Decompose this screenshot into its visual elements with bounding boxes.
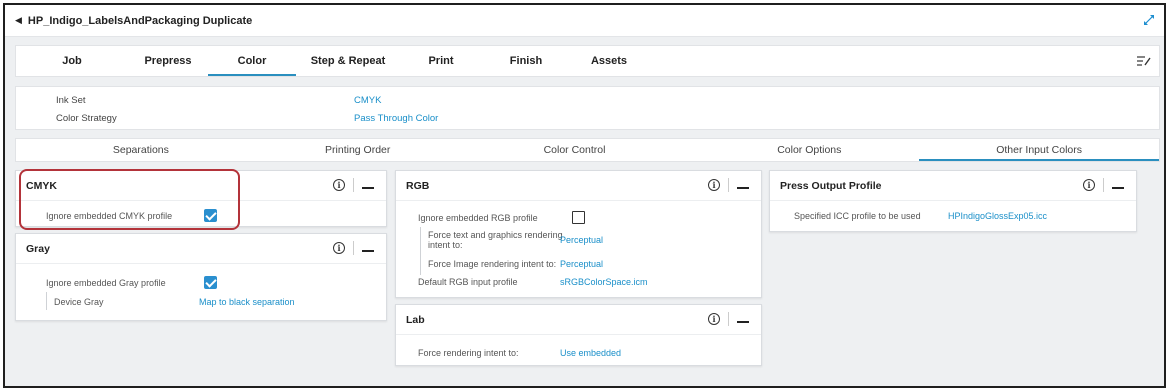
edit-list-icon[interactable]	[1137, 55, 1151, 67]
force-image-label: Force Image rendering intent to:	[428, 259, 557, 269]
divider	[1103, 178, 1104, 192]
tab-print[interactable]: Print	[400, 46, 482, 76]
force-text-label-line1: Force text and graphics rendering	[428, 230, 563, 240]
subtab-printing-order[interactable]: Printing Order	[266, 139, 450, 161]
divider	[728, 312, 729, 326]
app-window: ◀ HP_Indigo_LabelsAndPackaging Duplicate…	[3, 3, 1166, 388]
tab-job[interactable]: Job	[16, 46, 128, 76]
tab-step-repeat[interactable]: Step & Repeat	[296, 46, 400, 76]
tab-color[interactable]: Color	[208, 46, 296, 76]
device-gray-label: Device Gray	[54, 297, 104, 307]
lab-panel: Lab i Force rendering intent to: Use emb…	[395, 304, 762, 366]
gray-panel: Gray i Ignore embedded Gray profile Devi…	[15, 233, 387, 321]
back-arrow-icon[interactable]: ◀	[15, 15, 22, 26]
divider	[728, 178, 729, 192]
ignore-gray-label: Ignore embedded Gray profile	[46, 278, 166, 288]
color-strategy-value[interactable]: Pass Through Color	[354, 113, 438, 124]
collapse-icon[interactable]	[737, 187, 749, 189]
highlight-annotation	[19, 169, 240, 230]
force-image-value[interactable]: Perceptual	[560, 259, 603, 269]
window-title: HP_Indigo_LabelsAndPackaging Duplicate	[27, 14, 253, 27]
collapse-icon[interactable]	[362, 250, 374, 252]
default-rgb-label: Default RGB input profile	[418, 277, 518, 287]
rgb-panel: RGB i Ignore embedded RGB profile Force …	[395, 170, 762, 298]
rgb-panel-header: RGB i	[396, 171, 761, 201]
subtab-separations[interactable]: Separations	[16, 139, 266, 161]
tab-assets[interactable]: Assets	[570, 46, 648, 76]
press-output-panel-title: Press Output Profile	[780, 179, 882, 192]
ignore-rgb-label: Ignore embedded RGB profile	[418, 213, 538, 223]
lab-panel-title: Lab	[406, 313, 425, 326]
collapse-icon[interactable]	[1112, 187, 1124, 189]
color-strategy-label: Color Strategy	[56, 113, 117, 124]
ignore-rgb-checkbox[interactable]	[572, 211, 585, 224]
gray-panel-header: Gray i	[16, 234, 386, 264]
subtab-color-options[interactable]: Color Options	[699, 139, 919, 161]
expand-icon[interactable]	[1144, 15, 1154, 25]
subtab-color-control[interactable]: Color Control	[450, 139, 700, 161]
ignore-gray-checkbox[interactable]	[204, 276, 217, 289]
press-output-panel-header: Press Output Profile i	[770, 171, 1136, 201]
device-gray-value[interactable]: Map to black separation	[199, 297, 295, 307]
tab-finish[interactable]: Finish	[482, 46, 570, 76]
divider	[353, 178, 354, 192]
color-subtabs: Separations Printing Order Color Control…	[15, 138, 1160, 162]
color-summary: Ink Set CMYK Color Strategy Pass Through…	[15, 86, 1160, 130]
info-icon[interactable]: i	[333, 179, 345, 191]
ink-set-label: Ink Set	[56, 95, 86, 106]
press-output-panel: Press Output Profile i Specified ICC pro…	[769, 170, 1137, 232]
info-icon[interactable]: i	[1083, 179, 1095, 191]
title-bar: ◀ HP_Indigo_LabelsAndPackaging Duplicate	[5, 5, 1164, 37]
lab-force-value[interactable]: Use embedded	[560, 348, 621, 358]
lab-panel-header: Lab i	[396, 305, 761, 335]
force-text-label-line2: intent to:	[428, 240, 463, 250]
force-text-value[interactable]: Perceptual	[560, 235, 603, 245]
tree-line	[420, 227, 421, 275]
divider	[353, 241, 354, 255]
main-tabs: Job Prepress Color Step & Repeat Print F…	[15, 45, 1160, 77]
default-rgb-value[interactable]: sRGBColorSpace.icm	[560, 277, 648, 287]
info-icon[interactable]: i	[708, 313, 720, 325]
icc-profile-label: Specified ICC profile to be used	[794, 211, 921, 221]
collapse-icon[interactable]	[362, 187, 374, 189]
info-icon[interactable]: i	[708, 179, 720, 191]
icc-profile-value[interactable]: HPIndigoGlossExp05.icc	[948, 211, 1047, 221]
ink-set-value[interactable]: CMYK	[354, 95, 381, 106]
subtab-other-input-colors[interactable]: Other Input Colors	[919, 139, 1159, 161]
lab-force-label: Force rendering intent to:	[418, 348, 519, 358]
tab-prepress[interactable]: Prepress	[128, 46, 208, 76]
gray-panel-title: Gray	[26, 242, 50, 255]
rgb-panel-title: RGB	[406, 179, 430, 192]
collapse-icon[interactable]	[737, 321, 749, 323]
info-icon[interactable]: i	[333, 242, 345, 254]
tree-line	[46, 292, 47, 310]
